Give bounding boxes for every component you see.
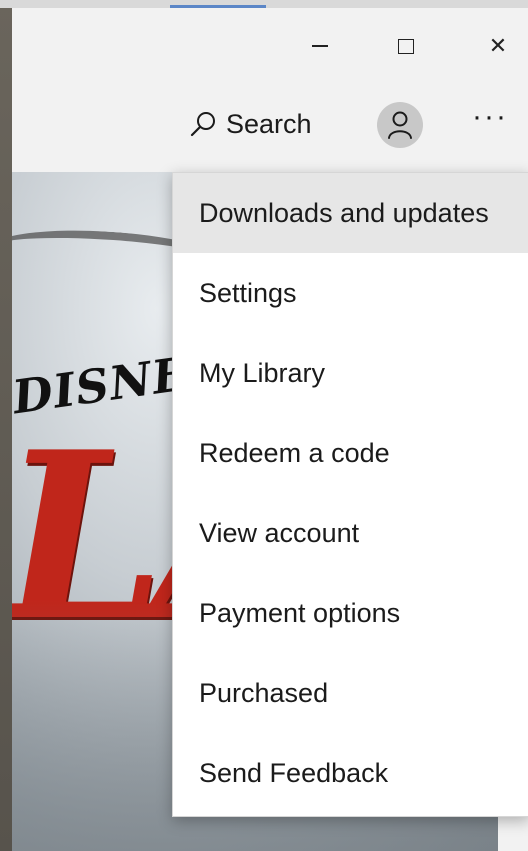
- minimize-button[interactable]: [290, 26, 350, 66]
- menu-item-payment-options[interactable]: Payment options: [173, 573, 528, 653]
- search-label: Search: [226, 108, 312, 139]
- more-options-button[interactable]: ···: [472, 100, 528, 140]
- minimize-icon: [312, 45, 328, 47]
- search-icon: [190, 112, 215, 137]
- taskbar-strip: [0, 0, 528, 8]
- close-button[interactable]: ✕: [468, 26, 528, 66]
- maximize-button[interactable]: [376, 26, 436, 66]
- maximize-icon: [398, 38, 414, 54]
- store-window: DISNEY LA ✕ Search ···: [12, 8, 528, 851]
- desktop-background: DISNEY LA ✕ Search ···: [0, 0, 528, 851]
- search-button[interactable]: Search: [188, 104, 312, 144]
- account-button[interactable]: [377, 102, 423, 148]
- menu-item-send-feedback[interactable]: Send Feedback: [173, 733, 528, 813]
- menu-item-purchased[interactable]: Purchased: [173, 653, 528, 733]
- person-icon: [388, 111, 412, 139]
- close-icon: ✕: [488, 33, 508, 58]
- menu-item-settings[interactable]: Settings: [173, 253, 528, 333]
- menu-item-view-account[interactable]: View account: [173, 493, 528, 573]
- menu-item-redeem-a-code[interactable]: Redeem a code: [173, 413, 528, 493]
- menu-item-downloads-and-updates[interactable]: Downloads and updates: [173, 173, 528, 253]
- more-options-menu: Downloads and updates Settings My Librar…: [172, 172, 528, 817]
- menu-item-my-library[interactable]: My Library: [173, 333, 528, 413]
